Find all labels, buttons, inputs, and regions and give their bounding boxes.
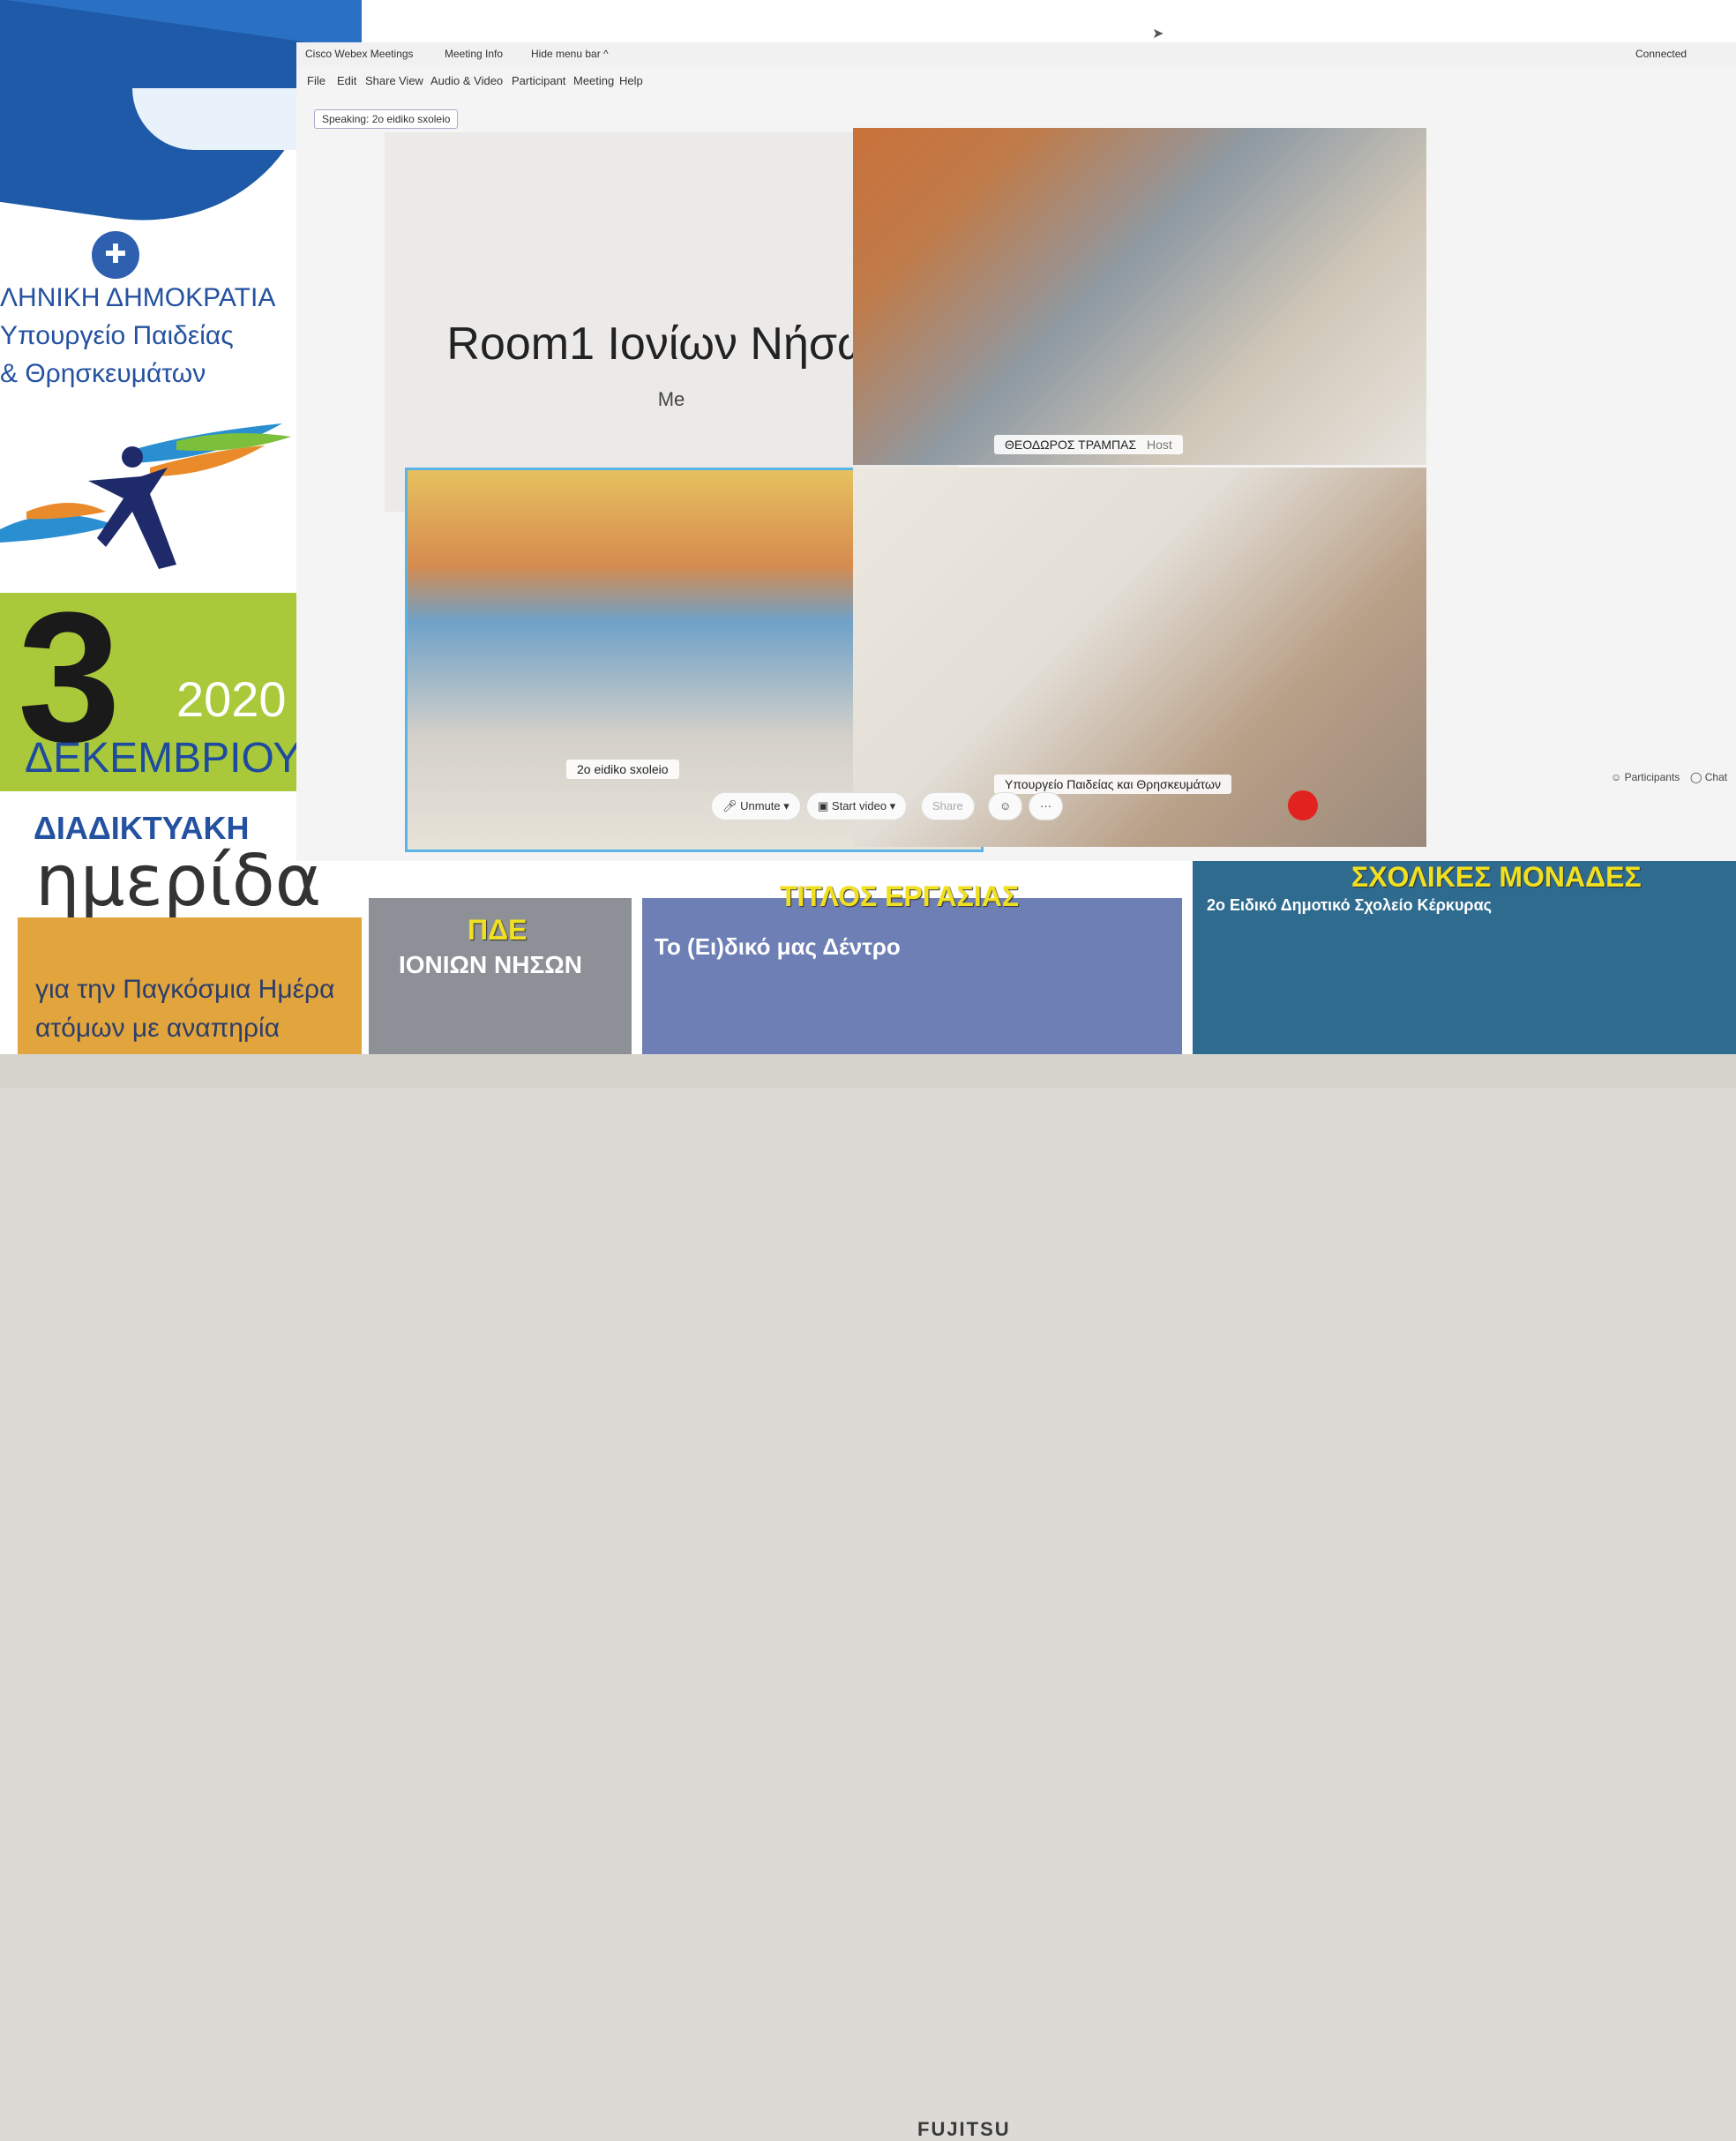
monitor-bezel: FUJITSU bbox=[0, 1054, 1736, 2140]
menu-view[interactable]: View bbox=[399, 74, 423, 87]
reactions-icon[interactable]: ☺ bbox=[988, 792, 1023, 820]
chat-icon: ◯ bbox=[1690, 771, 1705, 783]
title-header: ΤΙΤΛΟΣ ΕΡΓΑΣΙΑΣ bbox=[780, 880, 1020, 912]
monitor-brand: FUJITSU bbox=[917, 2118, 1011, 2140]
participants-label: Participants bbox=[1624, 771, 1680, 783]
speaking-indicator: Speaking: 2o eidiko sxoleio bbox=[314, 109, 459, 129]
share-button[interactable]: Share bbox=[921, 792, 975, 820]
caption-line-1: για την Παγκόσμια Ημέρα bbox=[35, 975, 335, 1004]
mic-icon: 🎤︎ bbox=[722, 799, 741, 812]
pde-panel: ΠΔΕ ΙΟΝΙΩΝ ΝΗΣΩΝ bbox=[369, 898, 632, 1066]
menu-audio-video[interactable]: Audio & Video bbox=[430, 74, 503, 87]
mouse-cursor-icon: ➤ bbox=[1152, 26, 1164, 41]
video-tile-ministry[interactable]: Υπουργείο Παιδείας και Θρησκευμάτων bbox=[853, 468, 1426, 847]
webex-window: Cisco Webex Meetings Meeting Info Hide m… bbox=[296, 42, 1736, 861]
schools-header: ΣΧΟΛΙΚΕΣ ΜΟΝΑΔΕΣ bbox=[1351, 861, 1642, 893]
menu-file[interactable]: File bbox=[307, 74, 326, 87]
event-caption: για την Παγκόσμια Ημέρα ατόμων με αναπηρ… bbox=[35, 970, 334, 1048]
more-options-icon[interactable]: ··· bbox=[1029, 792, 1063, 820]
pde-header: ΠΔΕ bbox=[468, 914, 528, 946]
start-video-label: Start video bbox=[831, 799, 887, 812]
participants-button[interactable]: ☺ Participants bbox=[1611, 771, 1680, 783]
host-label: Host bbox=[1147, 438, 1172, 452]
event-year: 2020 bbox=[176, 671, 287, 727]
unmute-label: Unmute bbox=[740, 799, 781, 812]
menu-meeting[interactable]: Meeting bbox=[573, 74, 614, 87]
participant-name: ΘΕΟΔΩΡΟΣ ΤΡΑΜΠΑΣ Host bbox=[994, 435, 1183, 454]
event-month: ΔΕΚΕΜΒΡΙΟΥ bbox=[25, 735, 302, 782]
title-value: Το (Ει)δικό μας Δέντρο bbox=[655, 933, 901, 960]
greek-crest-icon: ✚ bbox=[92, 231, 139, 279]
app-title: Cisco Webex Meetings bbox=[305, 48, 414, 60]
monitor-screen: ✚ ΛΗΝΙΚΗ ΔΗΜΟΚΡΑΤΙΑ Υπουργείο Παιδείας &… bbox=[0, 0, 1736, 1067]
camera-icon: ▣ bbox=[818, 799, 832, 812]
schools-value: 2ο Ειδικό Δημοτικό Σχολείο Κέρκυρας bbox=[1207, 896, 1492, 914]
meeting-info-button[interactable]: Meeting Info bbox=[445, 48, 503, 60]
menu-participant[interactable]: Participant bbox=[512, 74, 565, 87]
title-panel: ΤΙΤΛΟΣ ΕΡΓΑΣΙΑΣ Το (Ει)δικό μας Δέντρο bbox=[642, 880, 1182, 1066]
title-bar: Cisco Webex Meetings Meeting Info Hide m… bbox=[296, 42, 1736, 65]
meeting-controls: 🎤︎ Unmute ▾ ▣ Start video ▾ Share ☺ ··· … bbox=[711, 771, 1727, 824]
person-icon: ☺ bbox=[1611, 771, 1625, 783]
menu-share[interactable]: Share bbox=[365, 74, 396, 87]
video-tile-teacher[interactable]: ΘΕΟΔΩΡΟΣ ΤΡΑΜΠΑΣ Host bbox=[853, 128, 1426, 465]
end-meeting-button[interactable] bbox=[1288, 790, 1318, 820]
pde-value: ΙΟΝΙΩΝ ΝΗΣΩΝ bbox=[399, 951, 582, 978]
chat-button[interactable]: ◯ Chat bbox=[1690, 771, 1727, 783]
menu-edit[interactable]: Edit bbox=[337, 74, 356, 87]
event-logo-icon bbox=[0, 423, 291, 569]
menu-bar: File Edit Share View Audio & Video Parti… bbox=[296, 71, 1736, 92]
caption-line-2: ατόμων με αναπηρία bbox=[35, 1014, 281, 1043]
schools-panel: ΣΧΟΛΙΚΕΣ ΜΟΝΑΔΕΣ 2ο Ειδικό Δημοτικό Σχολ… bbox=[1193, 861, 1736, 1066]
connection-status[interactable]: Connected bbox=[1635, 48, 1687, 60]
start-video-button[interactable]: ▣ Start video ▾ bbox=[806, 792, 908, 820]
menu-help[interactable]: Help bbox=[619, 74, 643, 87]
hide-menu-button[interactable]: Hide menu bar ^ bbox=[531, 48, 609, 60]
chat-label: Chat bbox=[1704, 771, 1728, 783]
participant-name-text: ΘΕΟΔΩΡΟΣ ΤΡΑΜΠΑΣ bbox=[1005, 438, 1137, 452]
participant-name: Υπουργείο Παιδείας και Θρησκευμάτων bbox=[994, 775, 1231, 794]
participant-name: 2o eidiko sxoleio bbox=[566, 760, 679, 779]
unmute-button[interactable]: 🎤︎ Unmute ▾ bbox=[711, 792, 801, 820]
event-type: ημερίδα bbox=[35, 840, 322, 922]
